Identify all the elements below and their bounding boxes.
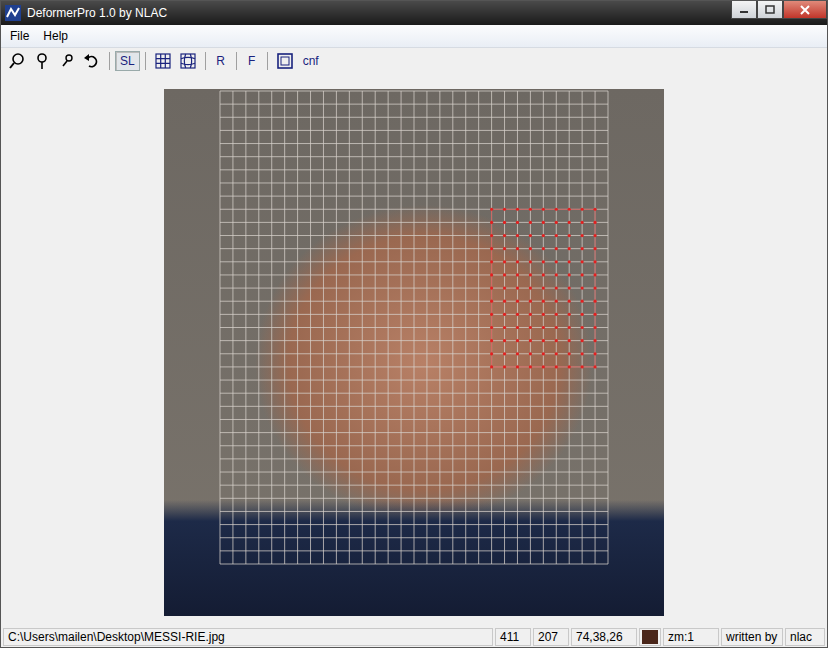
app-icon [5, 5, 21, 21]
deform-grid[interactable] [219, 90, 609, 565]
title-bar: DeformerPro 1.0 by NLAC [1, 1, 827, 25]
toolbar-separator [236, 52, 237, 70]
toolbar-button[interactable] [80, 51, 104, 71]
undo-icon [83, 52, 101, 70]
close-icon [799, 5, 811, 15]
menu-item[interactable]: Help [38, 28, 73, 44]
toolbar-button[interactable]: SL [115, 51, 140, 71]
toolbar-button[interactable] [151, 51, 175, 71]
pixel-rgb: 74,38,26 [571, 628, 637, 646]
menu-item[interactable]: File [5, 28, 34, 44]
toolbar-button[interactable]: R [211, 51, 231, 71]
menu-bar: FileHelp [1, 25, 827, 48]
photo[interactable] [164, 89, 664, 616]
toolbar-button[interactable]: cnf [298, 51, 324, 71]
toolbar-button[interactable] [30, 51, 54, 71]
minimize-icon [738, 5, 750, 15]
color-swatch-cell [639, 628, 661, 646]
toolbar-separator [145, 52, 146, 70]
credit-label: written by [721, 628, 783, 646]
pin-icon [33, 52, 51, 70]
cursor-y: 207 [533, 628, 569, 646]
toolbar-button[interactable] [5, 51, 29, 71]
close-button[interactable] [783, 1, 827, 19]
toolbar-separator [205, 52, 206, 70]
zoom-out-icon [58, 52, 76, 70]
file-path: C:\Users\mailen\Desktop\MESSI-RIE.jpg [3, 628, 493, 646]
minimize-button[interactable] [731, 1, 757, 19]
status-bar: C:\Users\mailen\Desktop\MESSI-RIE.jpg411… [1, 627, 827, 647]
grid-icon [154, 52, 172, 70]
app-window: DeformerPro 1.0 by NLAC FileHelp SL RFcnf C:… [0, 0, 828, 648]
maximize-button[interactable] [757, 1, 783, 19]
canvas-area [1, 74, 827, 627]
toolbar: SL RFcnf [1, 48, 827, 74]
window-title: DeformerPro 1.0 by NLAC [27, 6, 725, 20]
toolbar-button[interactable]: F [242, 51, 262, 71]
toolbar-separator [109, 52, 110, 70]
grid-warp-icon [179, 52, 197, 70]
cursor-x: 411 [495, 628, 531, 646]
toolbar-button[interactable] [273, 51, 297, 71]
color-swatch [642, 630, 658, 644]
zoom-level: zm:1 [663, 628, 719, 646]
toolbar-separator [267, 52, 268, 70]
maximize-icon [764, 5, 776, 15]
frame-icon [276, 52, 294, 70]
toolbar-button[interactable] [55, 51, 79, 71]
zoom-in-icon [8, 52, 26, 70]
credit: nlac [785, 628, 825, 646]
toolbar-button[interactable] [176, 51, 200, 71]
